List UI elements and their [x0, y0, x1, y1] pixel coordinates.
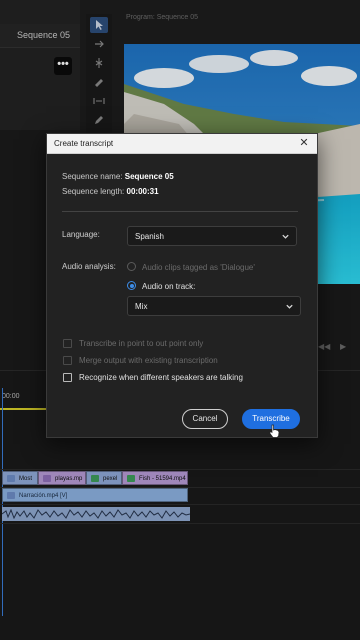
hand-cursor-icon — [269, 424, 280, 438]
sequence-name-label: Sequence name: — [62, 172, 123, 181]
checkbox-merge[interactable] — [63, 356, 72, 365]
sequence-length-value: 00:00:31 — [126, 187, 159, 196]
dialog-divider — [62, 211, 298, 212]
dialog-header: Create transcript ✕ — [47, 134, 317, 154]
radio-dialogue-label: Audio clips tagged as 'Dialogue' — [142, 263, 255, 272]
track-select[interactable]: Mix — [127, 296, 301, 316]
checkbox-speakers-label: Recognize when different speakers are ta… — [79, 373, 243, 382]
track-select-value: Mix — [135, 302, 148, 311]
radio-audio-on-track[interactable] — [127, 281, 136, 290]
chevron-down-icon — [282, 234, 289, 239]
cancel-button[interactable]: Cancel — [182, 409, 228, 429]
chevron-down-icon — [286, 304, 293, 309]
audio-analysis-label: Audio analysis: — [62, 262, 116, 271]
radio-track-label: Audio on track: — [142, 282, 196, 291]
language-label: Language: — [62, 230, 100, 239]
language-select[interactable]: Spanish — [127, 226, 297, 246]
dialog-title: Create transcript — [54, 139, 114, 148]
sequence-name-value: Sequence 05 — [124, 172, 174, 181]
checkbox-merge-label: Merge output with existing transcription — [79, 356, 218, 365]
sequence-length-label: Sequence length: — [62, 187, 125, 196]
create-transcript-dialog: Create transcript ✕ Sequence name: Seque… — [46, 133, 318, 438]
language-select-value: Spanish — [135, 232, 164, 241]
checkbox-speakers[interactable] — [63, 373, 72, 382]
checkbox-in-out[interactable] — [63, 339, 72, 348]
checkbox-in-out-label: Transcribe in point to out point only — [79, 339, 204, 348]
radio-dialogue-clips[interactable] — [127, 262, 136, 271]
close-icon[interactable]: ✕ — [297, 136, 311, 150]
sequence-name-row: Sequence name: Sequence 05 — [62, 172, 174, 181]
sequence-length-row: Sequence length: 00:00:31 — [62, 187, 159, 196]
